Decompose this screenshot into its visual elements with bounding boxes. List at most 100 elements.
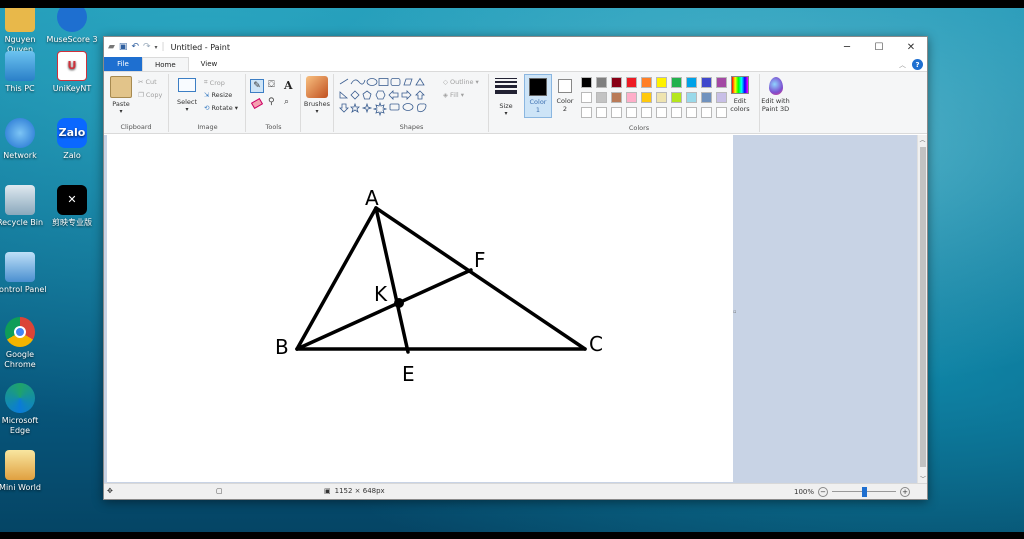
desktop-icon-musescore[interactable]: MuseScore 3 (40, 8, 104, 45)
desktop-icon-mini-world[interactable]: Mini World (0, 450, 52, 493)
fill-label: Fill (450, 91, 459, 99)
scroll-down-icon[interactable]: ﹀ (918, 474, 928, 483)
brushes-label: Brushes (303, 100, 331, 108)
close-button[interactable]: ✕ (895, 37, 927, 57)
palette-swatch[interactable] (641, 107, 652, 118)
desktop-icon-chrome[interactable]: Google Chrome (0, 317, 52, 370)
desktop-icon-control-panel[interactable]: Control Panel (0, 252, 52, 295)
canvas-resize-handle[interactable]: ▫ (733, 309, 736, 315)
palette-swatch[interactable] (596, 107, 607, 118)
shapes-group: ◇ Outline ▾ ◈ Fill ▾ Shapes (335, 74, 489, 132)
magnifier-icon[interactable]: ⌕ (284, 97, 289, 107)
desktop-icon-capcut[interactable]: ✕ 剪映专业版 (40, 185, 104, 228)
palette-swatch[interactable] (701, 92, 712, 103)
outline-dropdown[interactable]: ◇ Outline ▾ (443, 78, 479, 86)
zoom-slider-thumb[interactable] (861, 487, 867, 497)
collapse-ribbon-icon[interactable]: ︿ (899, 60, 906, 70)
unikey-icon: U (57, 51, 87, 81)
user-folder-icon (5, 8, 35, 32)
palette-swatch[interactable] (596, 77, 607, 88)
palette-swatch[interactable] (671, 77, 682, 88)
edit-colors-button[interactable]: Edit colors (726, 74, 754, 113)
palette-swatch[interactable] (641, 77, 652, 88)
size-group[interactable]: Size ▾ (490, 74, 522, 132)
palette-swatch[interactable] (656, 92, 667, 103)
color2-button[interactable]: Color 2 (552, 74, 578, 118)
fill-bucket-icon[interactable]: ⛋ (268, 80, 275, 90)
capcut-icon: ✕ (57, 185, 87, 215)
palette-swatch[interactable] (581, 107, 592, 118)
color-spectrum-icon (731, 76, 749, 94)
desktop-icon-unikey[interactable]: U UniKeyNT (40, 51, 104, 94)
cursor-position-icon: ✥ (107, 487, 113, 495)
palette-swatch[interactable] (581, 92, 592, 103)
palette-swatch[interactable] (686, 92, 697, 103)
vertical-scrollbar[interactable]: ︿ ﹀ (917, 135, 927, 483)
brushes-button[interactable]: Brushes ▾ (302, 76, 332, 115)
select-rectangle-icon (178, 78, 196, 92)
brushes-group: Brushes ▾ (302, 74, 334, 132)
scrollbar-thumb[interactable] (920, 147, 926, 467)
zoom-out-button[interactable]: − (818, 487, 829, 497)
crop-button[interactable]: ⌗ Crop (204, 78, 225, 87)
rotate-button[interactable]: ⟲ Rotate ▾ (204, 104, 238, 112)
shapes-gallery[interactable] (338, 77, 438, 117)
palette-swatch[interactable] (671, 92, 682, 103)
palette-swatch[interactable] (671, 107, 682, 118)
palette-swatch[interactable] (626, 77, 637, 88)
desktop-icon-label: MuseScore 3 (46, 35, 98, 44)
palette-swatch[interactable] (611, 107, 622, 118)
palette-swatch[interactable] (701, 107, 712, 118)
select-button[interactable]: Select ▾ (172, 78, 202, 113)
paste-button[interactable]: Paste ▾ (106, 76, 136, 115)
resize-button[interactable]: ⇲ Resize (204, 91, 232, 99)
palette-swatch[interactable] (641, 92, 652, 103)
minimize-button[interactable]: ─ (831, 37, 863, 57)
drawing-canvas[interactable]: A B C E F K (107, 135, 733, 482)
tab-file[interactable]: File (104, 57, 142, 71)
scroll-up-icon[interactable]: ︿ (918, 135, 927, 144)
palette-swatch[interactable] (596, 92, 607, 103)
label-a: A (365, 186, 379, 210)
label-k: K (374, 282, 388, 306)
palette-swatch[interactable] (656, 77, 667, 88)
fill-dropdown[interactable]: ◈ Fill ▾ (443, 91, 464, 99)
palette-swatch[interactable] (686, 77, 697, 88)
color-picker-icon[interactable]: ⚲ (268, 97, 275, 107)
shapes-gallery-icons (339, 77, 427, 117)
maximize-button[interactable]: ☐ (863, 37, 895, 57)
edit-with-paint3d-button[interactable]: Edit with Paint 3D (759, 74, 791, 132)
shapes-group-label: Shapes (399, 123, 424, 131)
ribbon: Paste ▾ ✂ Cut ❐ Copy Clipboard Select ▾ ⌗ C… (104, 72, 927, 134)
zoom-slider[interactable] (832, 487, 897, 497)
help-icon[interactable]: ? (912, 59, 923, 70)
palette-swatch[interactable] (611, 77, 622, 88)
palette-swatch[interactable] (611, 92, 622, 103)
redo-icon[interactable]: ↷ (143, 42, 151, 52)
desktop-icon-zalo[interactable]: Zalo Zalo (40, 118, 104, 161)
palette-swatch[interactable] (581, 77, 592, 88)
copy-button[interactable]: ❐ Copy (138, 91, 162, 99)
palette-swatch[interactable] (656, 107, 667, 118)
window-title: Untitled - Paint (170, 42, 231, 52)
canvas-dimensions: 1152 × 648px (334, 487, 385, 495)
palette-swatch[interactable] (626, 92, 637, 103)
image-group: Select ▾ ⌗ Crop ⇲ Resize ⟲ Rotate ▾ Image (170, 74, 246, 132)
desktop-icon-edge[interactable]: Microsoft Edge (0, 383, 52, 436)
pencil-icon[interactable]: ✎ (250, 79, 264, 93)
save-icon[interactable]: ▣ (119, 42, 128, 52)
color2-label: Color 2 (556, 97, 574, 113)
eraser-icon[interactable] (250, 97, 264, 110)
mini-world-icon (5, 450, 35, 480)
color1-button[interactable]: Color 1 (524, 74, 552, 118)
palette-swatch[interactable] (701, 77, 712, 88)
customize-dropdown-icon[interactable]: ▾ (155, 44, 158, 51)
palette-swatch[interactable] (626, 107, 637, 118)
undo-icon[interactable]: ↶ (131, 42, 139, 52)
cut-button[interactable]: ✂ Cut (138, 78, 157, 86)
tab-view[interactable]: View (189, 57, 230, 71)
text-tool-icon[interactable]: A (284, 79, 293, 92)
palette-swatch[interactable] (686, 107, 697, 118)
zoom-in-button[interactable]: + (900, 487, 911, 497)
tab-home[interactable]: Home (142, 57, 189, 71)
